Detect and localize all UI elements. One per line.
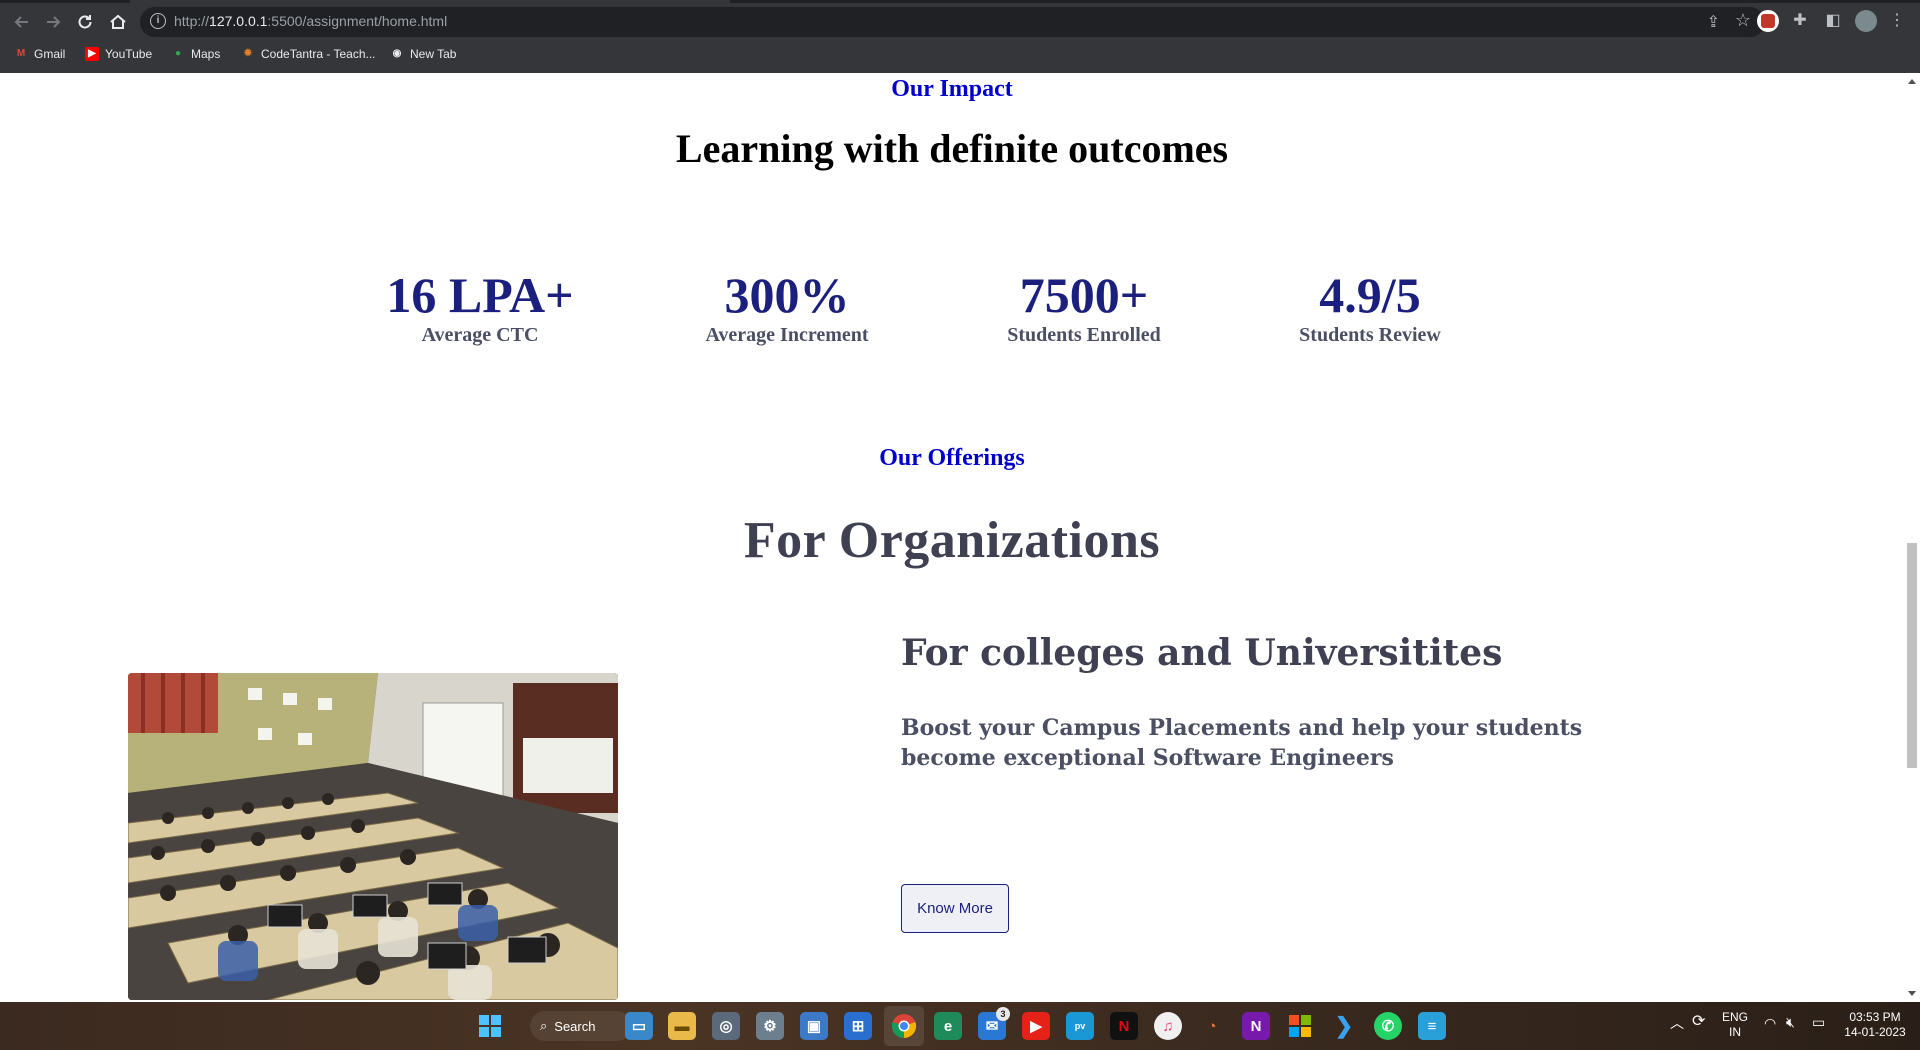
edge-icon[interactable]: e: [934, 1012, 962, 1040]
stat-label: Average Increment: [705, 324, 869, 346]
extension-icon[interactable]: [1757, 10, 1779, 32]
file-explorer-icon[interactable]: ▬: [668, 1012, 696, 1040]
back-arrow-icon[interactable]: [10, 10, 34, 34]
sync-icon[interactable]: ⟳: [1692, 1014, 1705, 1030]
profile-avatar[interactable]: [1855, 10, 1877, 32]
scroll-up-icon[interactable]: [1908, 79, 1916, 84]
menu-kebab-icon[interactable]: ⋮: [1886, 10, 1908, 32]
offering-card-description: Boost your Campus Placements and help yo…: [901, 715, 1583, 771]
offerings-title: For Organizations: [743, 512, 1161, 569]
settings-gear-icon[interactable]: ⚙: [756, 1012, 784, 1040]
vscode-icon[interactable]: ❯: [1330, 1012, 1358, 1040]
scrollbar-thumb[interactable]: [1907, 543, 1917, 768]
mail-icon[interactable]: ✉ 3: [978, 1007, 1010, 1040]
prime-video-icon[interactable]: pv: [1066, 1012, 1094, 1040]
office-apps-icon[interactable]: [1286, 1012, 1314, 1040]
lecture-hall-illustration: [128, 673, 618, 1000]
speaker-muted-icon[interactable]: 🔇︎: [1786, 1015, 1795, 1030]
onenote-icon[interactable]: N: [1242, 1012, 1270, 1040]
bookmark-youtube[interactable]: ▶ YouTube: [85, 44, 152, 64]
stat-value: 300%: [724, 267, 850, 323]
gmail-icon: M: [16, 48, 26, 59]
jupyter-icon[interactable]: ◔: [1198, 1012, 1226, 1040]
notepad-icon[interactable]: ≡: [1418, 1012, 1446, 1040]
mail-badge: 3: [996, 1007, 1010, 1021]
bookmark-star-icon[interactable]: ☆: [1735, 10, 1751, 31]
camera-icon[interactable]: ◎: [712, 1012, 740, 1040]
impact-headline: Learning with definite outcomes: [675, 126, 1229, 171]
impact-eyebrow: Our Impact: [891, 76, 1013, 102]
reload-icon[interactable]: [73, 10, 97, 34]
stat-label: Students Review: [1299, 324, 1441, 346]
clock[interactable]: 03:53 PM 14-01-2023: [1840, 1010, 1910, 1040]
share-icon[interactable]: ⇪: [1707, 12, 1720, 32]
stat-value: 16 LPA+: [386, 267, 574, 323]
bookmark-new-tab[interactable]: ◉ New Tab: [390, 44, 457, 64]
tab-strip: [0, 0, 1920, 3]
tray-overflow-chevron-icon[interactable]: ︿: [1670, 1016, 1684, 1031]
codetantra-icon: ✹: [243, 48, 253, 59]
netflix-icon[interactable]: N: [1110, 1012, 1138, 1040]
stat-value: 4.9/5: [1319, 267, 1421, 323]
desktop-icon[interactable]: ▭: [625, 1012, 653, 1040]
site-info-icon[interactable]: i: [150, 13, 166, 29]
taskbar-search[interactable]: ⌕ Search: [530, 1011, 632, 1041]
know-more-button[interactable]: Know More: [901, 884, 1009, 933]
puzzle-extensions-icon[interactable]: ✚: [1789, 10, 1811, 32]
address-bar[interactable]: i http://127.0.0.1:5500/assignment/home.…: [140, 7, 1765, 37]
lecture-hall-photo: [128, 673, 618, 1000]
scroll-down-icon[interactable]: [1908, 991, 1916, 996]
search-icon: ⌕: [540, 1018, 548, 1033]
browser-chrome: i http://127.0.0.1:5500/assignment/home.…: [0, 0, 1920, 73]
windows-start-icon[interactable]: [476, 1012, 504, 1040]
bookmark-maps[interactable]: ● Maps: [171, 44, 220, 64]
youtube-icon: ▶: [85, 47, 99, 61]
offerings-eyebrow: Our Offerings: [879, 445, 1025, 471]
photos-icon[interactable]: ▣: [800, 1012, 828, 1040]
maps-icon: ●: [174, 48, 182, 59]
wifi-icon[interactable]: ◠: [1764, 1016, 1776, 1031]
globe-icon: ◉: [392, 48, 402, 59]
url-text[interactable]: http://127.0.0.1:5500/assignment/home.ht…: [174, 13, 447, 29]
side-panel-icon[interactable]: ◧: [1822, 10, 1844, 32]
forward-arrow-icon[interactable]: [41, 10, 65, 34]
windows-taskbar: ⌕ Search ▭ ▬ ◎ ⚙ ▣ ⊞ e ✉ 3 ▶ pv N ♫ ◔ N ❯…: [0, 1002, 1920, 1050]
language-indicator[interactable]: ENG IN: [1722, 1010, 1748, 1040]
stat-students-review: 4.9/5 Students Review: [1240, 266, 1500, 347]
microsoft-store-icon[interactable]: ⊞: [844, 1012, 872, 1040]
stat-label: Students Enrolled: [1007, 324, 1161, 346]
stat-average-increment: 300% Average Increment: [657, 266, 917, 347]
battery-icon[interactable]: ▭: [1812, 1015, 1825, 1030]
vertical-scrollbar[interactable]: [1904, 73, 1920, 1002]
offering-card-title: For colleges and Universitites: [901, 632, 1503, 674]
whatsapp-icon[interactable]: ✆: [1374, 1012, 1402, 1040]
home-icon[interactable]: [106, 10, 130, 34]
stat-average-ctc: 16 LPA+ Average CTC: [350, 266, 610, 347]
chrome-icon[interactable]: [890, 1012, 918, 1040]
stat-label: Average CTC: [421, 324, 539, 346]
youtube-app-icon[interactable]: ▶: [1022, 1012, 1050, 1040]
stat-value: 7500+: [1019, 267, 1149, 323]
bookmark-gmail[interactable]: M Gmail: [14, 44, 66, 64]
stat-students-enrolled: 7500+ Students Enrolled: [954, 266, 1214, 347]
page-viewport: Our Impact Learning with definite outcom…: [0, 73, 1920, 1002]
itunes-icon[interactable]: ♫: [1154, 1012, 1182, 1040]
bookmark-codetantra[interactable]: ✹ CodeTantra - Teach...: [241, 44, 376, 64]
